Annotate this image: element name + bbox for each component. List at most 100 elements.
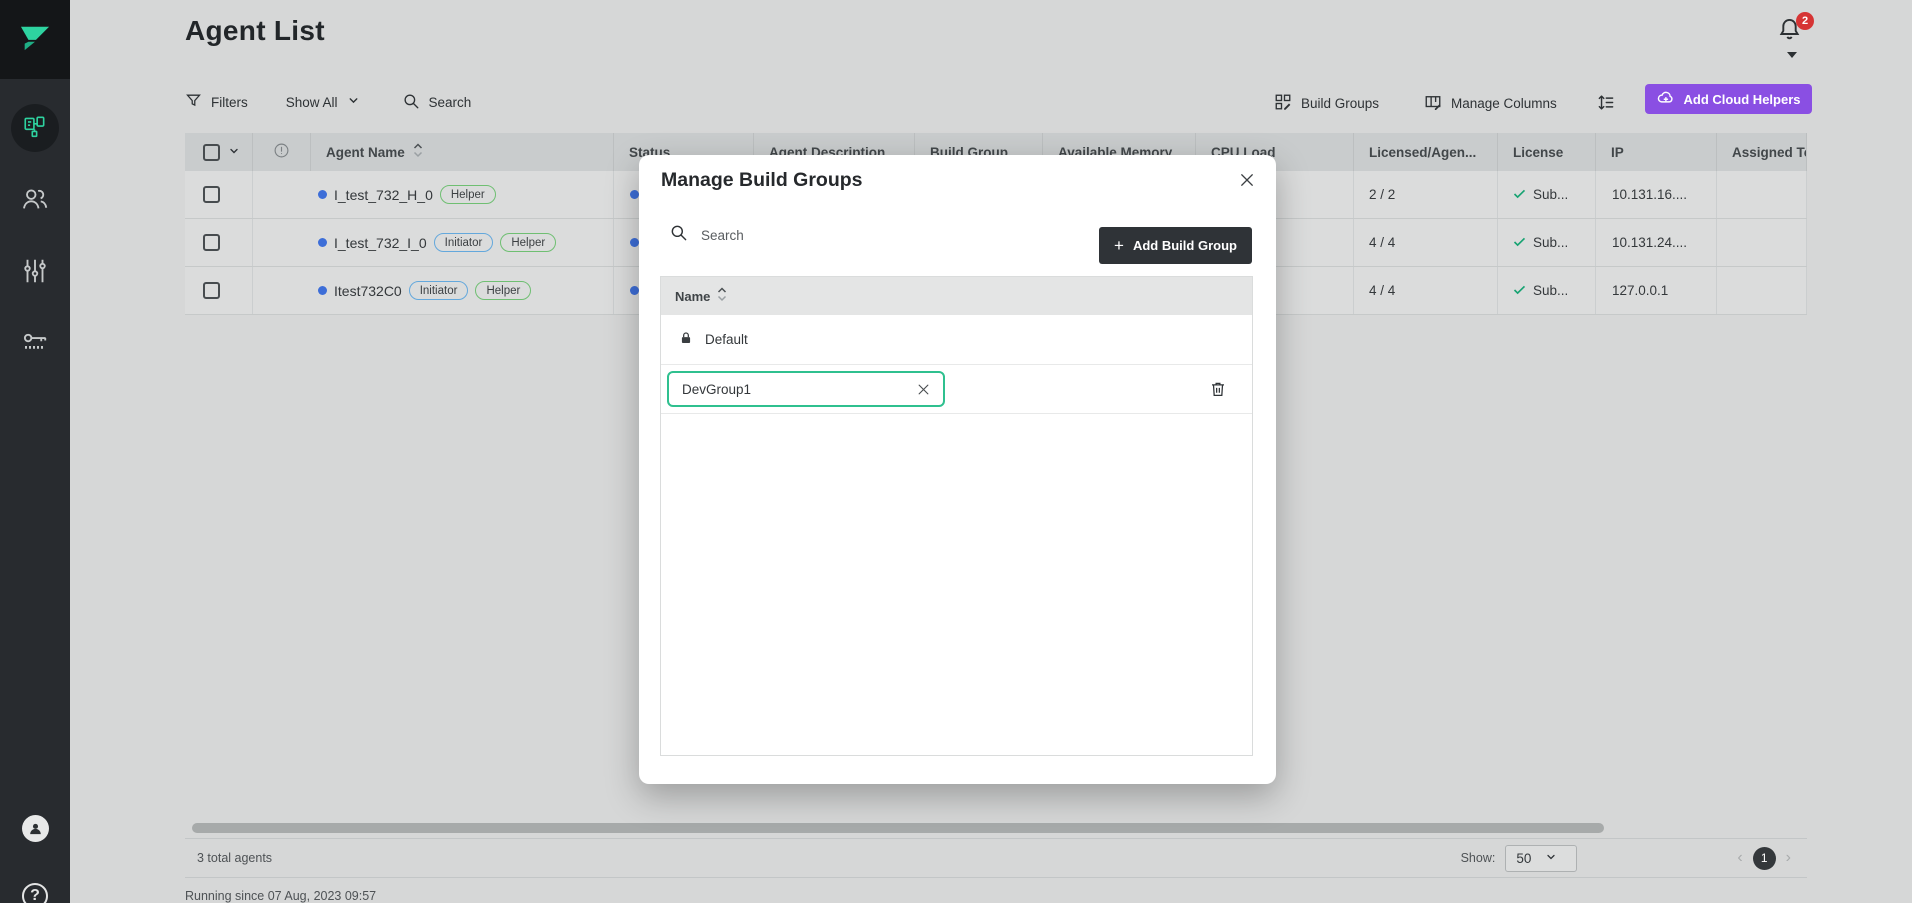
build-agents-icon — [22, 113, 48, 144]
filters-button[interactable]: Filters — [185, 92, 248, 112]
running-since-label: Running since 07 Aug, 2023 09:57 — [185, 889, 376, 903]
ip-header-label: IP — [1611, 145, 1624, 160]
manage-columns-icon — [1424, 93, 1442, 114]
ip-cell: 10.131.24.... — [1596, 219, 1717, 266]
build-groups-button[interactable]: Build Groups — [1274, 93, 1379, 114]
agent-name-cell: I_test_732_H_0 Helper — [311, 171, 614, 218]
manage-columns-label: Manage Columns — [1451, 96, 1557, 111]
group-name-edit-field[interactable] — [667, 371, 945, 407]
show-all-label: Show All — [286, 95, 338, 110]
header-ip[interactable]: IP — [1596, 133, 1717, 171]
show-all-select[interactable]: Show All — [286, 94, 360, 110]
delete-group-icon[interactable] — [1209, 380, 1227, 398]
group-name-input[interactable] — [682, 382, 882, 397]
page-size-value: 50 — [1516, 851, 1531, 866]
table-footer: 3 total agents Show: 50 ‹ 1 › — [185, 838, 1807, 878]
help-icon: ? — [22, 883, 48, 903]
next-page-button[interactable]: › — [1786, 850, 1791, 866]
lock-icon — [679, 331, 693, 348]
sidebar-item-agents[interactable] — [0, 104, 70, 152]
row-checkbox[interactable] — [203, 282, 220, 299]
helper-badge: Helper — [475, 281, 531, 300]
add-cloud-helpers-label: Add Cloud Helpers — [1683, 92, 1800, 107]
chevron-down-icon — [347, 94, 360, 110]
assigned-to-cell — [1717, 219, 1807, 266]
build-groups-icon — [1274, 93, 1292, 114]
build-group-row-default[interactable]: Default — [661, 315, 1252, 365]
current-page-button[interactable]: 1 — [1753, 847, 1776, 870]
header-assigned-to[interactable]: Assigned To — [1717, 133, 1807, 171]
status-dot-icon — [630, 238, 639, 247]
search-button[interactable]: Search — [402, 92, 472, 113]
total-agents-label: 3 total agents — [197, 851, 272, 865]
sidebar-item-settings[interactable] — [0, 256, 70, 291]
modal-title: Manage Build Groups — [661, 169, 863, 192]
sidebar-item-users[interactable] — [0, 184, 70, 219]
add-build-group-button[interactable]: + Add Build Group — [1099, 227, 1252, 264]
agent-name: I_test_732_I_0 — [334, 235, 427, 251]
row-alert-cell — [253, 219, 311, 266]
notifications-button[interactable]: 2 — [1776, 16, 1816, 60]
bell-caret-icon — [1787, 52, 1797, 58]
modal-search-input[interactable] — [701, 228, 941, 243]
sidebar-item-profile[interactable] — [0, 815, 70, 842]
plus-icon: + — [1114, 236, 1124, 256]
header-select-all-cell — [185, 133, 253, 171]
filter-funnel-icon — [185, 92, 202, 112]
page-size-select[interactable]: 50 — [1505, 845, 1577, 872]
select-menu-chevron-icon[interactable] — [228, 145, 240, 160]
build-group-row-editing — [661, 365, 1252, 414]
sort-icon[interactable] — [413, 143, 423, 161]
ip-cell: 127.0.0.1 — [1596, 267, 1717, 314]
clear-input-icon[interactable] — [916, 382, 931, 397]
notification-badge: 2 — [1796, 12, 1814, 30]
alert-circle-icon — [273, 142, 290, 162]
prev-page-button[interactable]: ‹ — [1737, 850, 1742, 866]
build-groups-label: Build Groups — [1301, 96, 1379, 111]
search-label: Search — [429, 95, 472, 110]
agent-name-header-label: Agent Name — [326, 145, 405, 160]
logo-block[interactable] — [0, 0, 70, 79]
add-build-group-label: Add Build Group — [1133, 238, 1237, 253]
sort-icon[interactable] — [717, 287, 727, 305]
show-label: Show: — [1461, 851, 1496, 865]
manage-build-groups-modal: Manage Build Groups + Add Build Group Na… — [639, 155, 1276, 784]
name-column-header[interactable]: Name — [661, 277, 1252, 315]
manage-columns-button[interactable]: Manage Columns — [1424, 93, 1557, 114]
sidebar-item-license-keys[interactable] — [0, 328, 70, 363]
default-group-label: Default — [705, 332, 748, 347]
select-all-checkbox[interactable] — [203, 144, 220, 161]
avatar-icon — [22, 815, 49, 842]
row-checkbox[interactable] — [203, 234, 220, 251]
licensed-agents-cell: 2 / 2 — [1354, 171, 1498, 218]
row-checkbox[interactable] — [203, 186, 220, 203]
close-icon[interactable] — [1238, 171, 1256, 189]
sidebar: ? — [0, 0, 70, 903]
sliders-icon — [20, 256, 50, 291]
search-icon — [402, 92, 420, 113]
agent-name: I_test_732_H_0 — [334, 187, 433, 203]
row-height-button[interactable] — [1596, 93, 1615, 115]
initiator-badge: Initiator — [434, 233, 494, 252]
row-alert-cell — [253, 267, 311, 314]
license-cell: Sub... — [1498, 171, 1596, 218]
scrollbar-thumb[interactable] — [192, 823, 1604, 833]
add-cloud-helpers-button[interactable]: Add Cloud Helpers — [1645, 84, 1812, 114]
status-dot-icon — [630, 286, 639, 295]
header-agent-name[interactable]: Agent Name — [311, 133, 614, 171]
horizontal-scrollbar[interactable] — [185, 823, 1807, 833]
agent-dot-icon — [318, 190, 327, 199]
helper-badge: Helper — [440, 185, 496, 204]
agent-name-cell: Itest732C0 Initiator Helper — [311, 267, 614, 314]
helper-badge: Helper — [500, 233, 556, 252]
header-licensed-agents[interactable]: Licensed/Agen... — [1354, 133, 1498, 171]
build-groups-list: Name Default — [660, 276, 1253, 756]
licensed-agents-cell: 4 / 4 — [1354, 267, 1498, 314]
bell-icon — [1776, 30, 1803, 47]
name-header-label: Name — [675, 289, 710, 304]
license-cell: Sub... — [1498, 267, 1596, 314]
app-screen: ? Agent List 2 Filters Show All — [0, 0, 1912, 903]
header-license[interactable]: License — [1498, 133, 1596, 171]
filters-label: Filters — [211, 95, 248, 110]
sidebar-item-help[interactable]: ? — [0, 883, 70, 903]
